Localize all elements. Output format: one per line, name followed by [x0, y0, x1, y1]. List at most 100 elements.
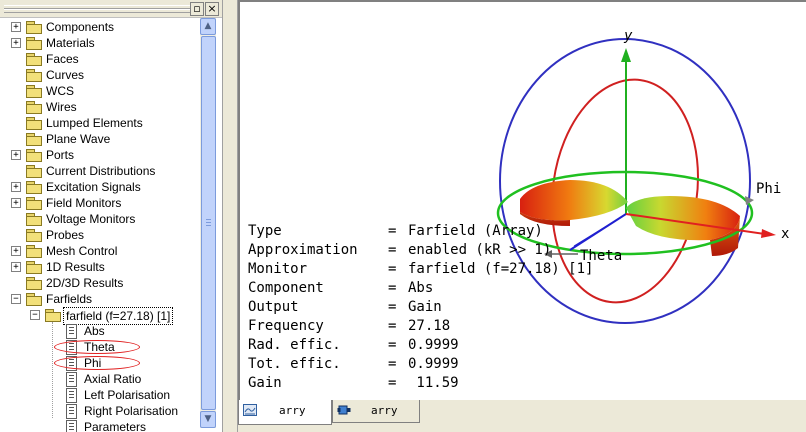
info-equals: = — [388, 280, 397, 296]
tree-item-label: Ports — [46, 148, 75, 162]
info-row: Rad. effic. = 0.9999 — [248, 336, 593, 355]
tree-item[interactable]: WCS — [0, 83, 200, 99]
info-value: Farfield (Array) — [408, 223, 543, 239]
annotation-circle — [54, 356, 140, 370]
farfield-3d-view[interactable]: x y Phi Theta Type = Farfield (Array) Appro… — [238, 0, 806, 400]
tree-item[interactable]: Abs — [0, 323, 200, 339]
tree-item[interactable]: + Mesh Control — [0, 243, 200, 259]
info-value: Abs — [408, 280, 434, 296]
phi-label: Phi — [756, 181, 781, 197]
expand-icon[interactable]: + — [11, 22, 21, 32]
folder-icon — [26, 181, 42, 194]
folder-icon — [45, 309, 61, 322]
info-equals: = — [388, 337, 397, 353]
farfield-info-panel: Type = Farfield (Array) Approximation = enabl… — [248, 222, 593, 393]
info-value: enabled (kR >> 1) — [408, 242, 552, 258]
model-tab-icon — [337, 405, 351, 415]
tree-item[interactable]: + Materials — [0, 35, 200, 51]
info-key: Output — [248, 299, 299, 315]
tree-item[interactable]: Right Polarisation — [0, 403, 200, 419]
farfield-result-icon — [66, 404, 77, 419]
info-equals: = — [388, 242, 397, 258]
tree-vertical-scrollbar[interactable]: ▲ ▼ — [200, 18, 216, 428]
tree-item-label: Voltage Monitors — [46, 212, 136, 226]
tree-item[interactable]: Plane Wave — [0, 131, 200, 147]
collapse-icon[interactable]: − — [11, 294, 21, 304]
info-key: Monitor — [248, 261, 308, 277]
close-button[interactable]: × — [205, 2, 219, 16]
tree-item[interactable]: Wires — [0, 99, 200, 115]
expand-icon[interactable]: + — [11, 246, 21, 256]
tree-item[interactable]: + Ports — [0, 147, 200, 163]
tree-item[interactable]: +1D Results — [0, 259, 200, 275]
tree-item-label: Field Monitors — [46, 196, 122, 210]
tree-item-label: Farfields — [46, 292, 93, 306]
expand-icon[interactable]: + — [11, 198, 21, 208]
tree-item[interactable]: Probes — [0, 227, 200, 243]
info-key: Frequency — [248, 318, 324, 334]
folder-icon — [26, 245, 42, 258]
info-equals: = — [388, 375, 397, 391]
folder-icon — [26, 277, 42, 290]
scroll-up-button[interactable]: ▲ — [200, 18, 216, 35]
tree-item-label: 1D Results — [46, 260, 105, 274]
tree-item[interactable]: Curves — [0, 67, 200, 83]
tab-label: arry — [371, 404, 398, 417]
info-equals: = — [388, 261, 397, 277]
pane-splitter[interactable] — [223, 0, 238, 432]
tree-item[interactable]: + Excitation Signals — [0, 179, 200, 195]
tree-item-label: Components — [46, 20, 115, 34]
info-key: Tot. effic. — [248, 356, 341, 372]
expand-icon[interactable]: + — [11, 182, 21, 192]
tab-arry-result[interactable]: arry — [238, 400, 332, 425]
expand-icon[interactable]: + — [11, 150, 21, 160]
tree-list: + Components + Materials Faces Curves WCS Wires… — [0, 18, 200, 432]
folder-icon — [26, 101, 42, 114]
tree-item[interactable]: 2D/3D Results — [0, 275, 200, 291]
folder-icon — [26, 261, 42, 274]
tree-item-label: Materials — [46, 36, 95, 50]
view-tabs: arry arry — [238, 400, 806, 432]
tree-item[interactable]: − Farfields — [0, 291, 200, 307]
folder-icon — [26, 117, 42, 130]
info-key: Rad. effic. — [248, 337, 341, 353]
farfield-result-icon — [66, 372, 77, 387]
info-row: Gain = 11.59 — [248, 374, 593, 393]
tree-item[interactable]: Voltage Monitors — [0, 211, 200, 227]
info-key: Type — [248, 223, 282, 239]
tree-item[interactable]: − farfield (f=27.18) [1] — [0, 307, 200, 325]
tree-item-label: Excitation Signals — [46, 180, 141, 194]
tree-item-label: Parameters — [84, 420, 147, 432]
scroll-down-button[interactable]: ▼ — [200, 411, 216, 428]
info-row: Monitor = farfield (f=27.18) [1] — [248, 260, 593, 279]
tree-item-label: Axial Ratio — [84, 372, 142, 386]
tree-item[interactable]: Axial Ratio — [0, 371, 200, 387]
info-row: Frequency = 27.18 — [248, 317, 593, 336]
folder-icon — [26, 213, 42, 226]
expand-icon[interactable]: + — [11, 262, 21, 272]
collapse-icon[interactable]: − — [30, 310, 40, 320]
tree-item-label: Current Distributions — [46, 164, 156, 178]
tree-item-label: 2D/3D Results — [46, 276, 124, 290]
y-axis-arrow — [621, 48, 631, 62]
tree-item[interactable]: Current Distributions — [0, 163, 200, 179]
tree-item-label: Left Polarisation — [84, 388, 171, 402]
tree-item[interactable]: + Components — [0, 19, 200, 35]
tree-item[interactable]: Left Polarisation — [0, 387, 200, 403]
tree-item[interactable]: + Field Monitors — [0, 195, 200, 211]
tab-arry-model[interactable]: arry — [332, 400, 420, 423]
expand-icon[interactable]: + — [11, 38, 21, 48]
farfield-result-icon — [66, 324, 77, 339]
tree-item-label: Plane Wave — [46, 132, 111, 146]
info-value: farfield (f=27.18) [1] — [408, 261, 594, 277]
restore-button[interactable]: ▫ — [190, 2, 204, 16]
tree-item[interactable]: Parameters — [0, 419, 200, 432]
tree-item[interactable]: Faces — [0, 51, 200, 67]
scroll-thumb[interactable] — [201, 36, 216, 410]
info-value: 11.59 — [408, 375, 459, 391]
info-key: Gain — [248, 375, 282, 391]
tree-item[interactable]: Lumped Elements — [0, 115, 200, 131]
folder-icon — [26, 165, 42, 178]
result-tab-icon — [243, 404, 257, 416]
folder-icon — [26, 69, 42, 82]
